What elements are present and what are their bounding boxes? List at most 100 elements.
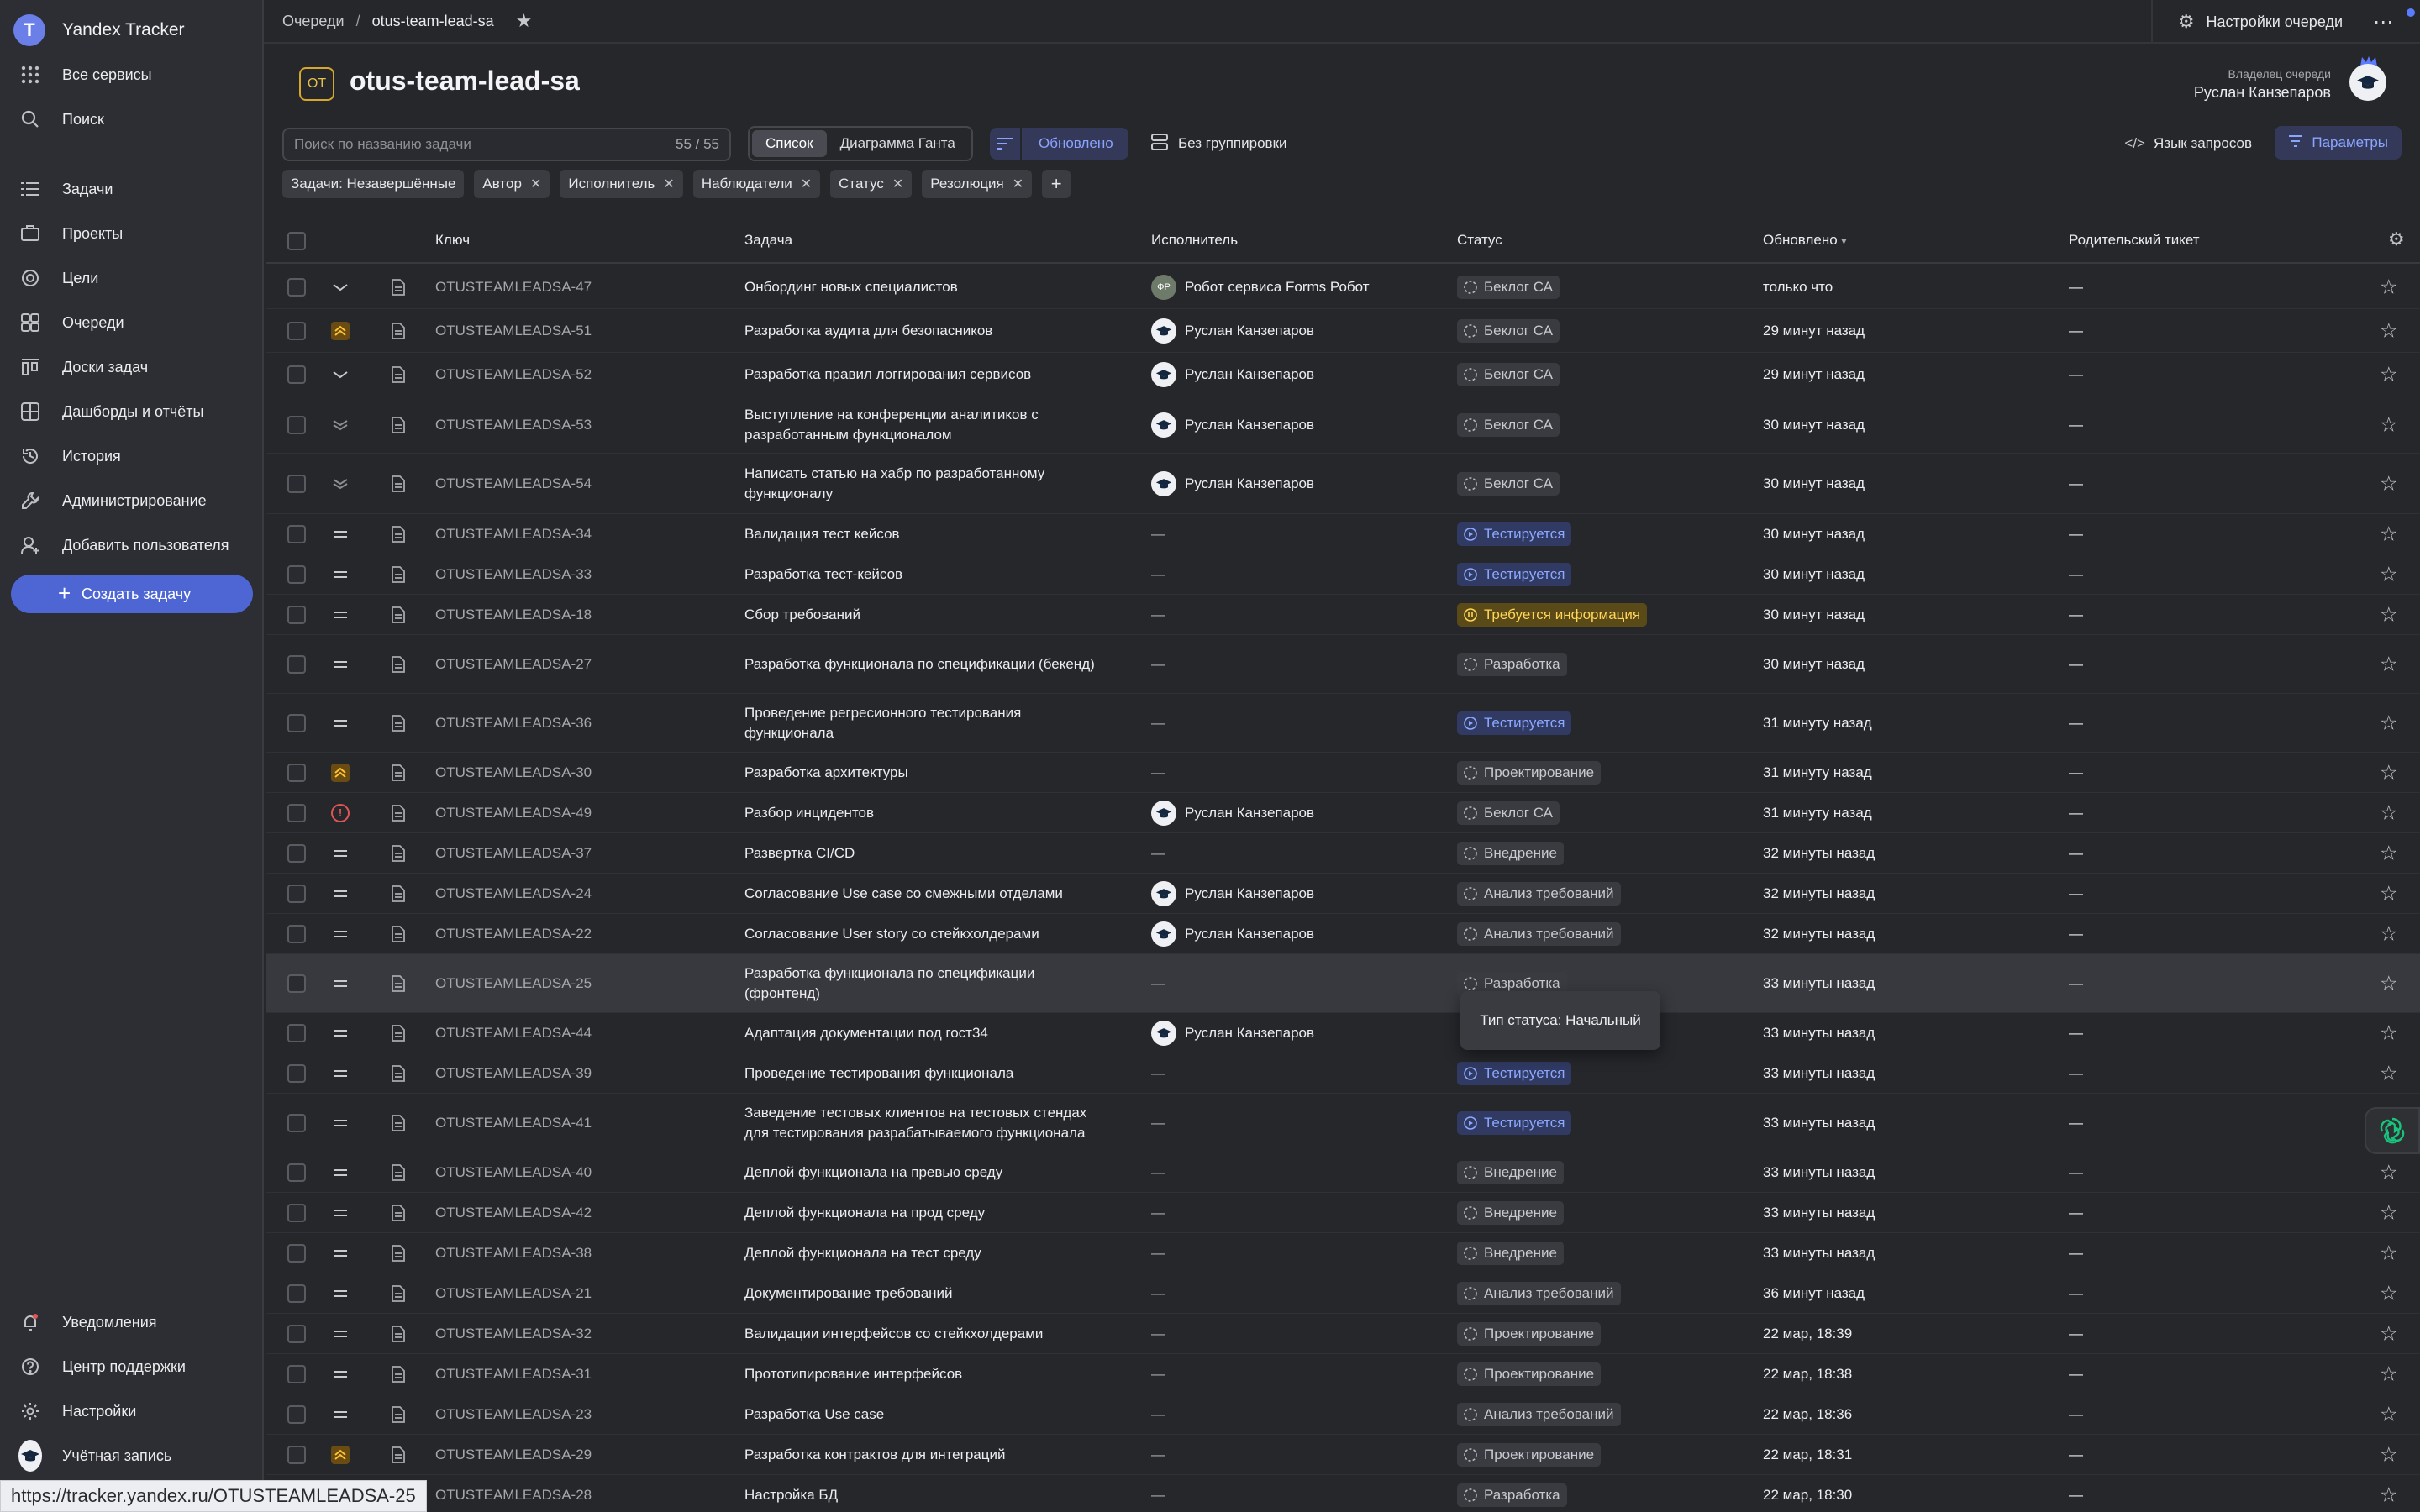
favorite-star-icon[interactable]: ☆ — [2380, 362, 2398, 386]
row-checkbox[interactable] — [287, 1404, 306, 1424]
priority-lowest-icon[interactable] — [329, 414, 351, 436]
table-row[interactable]: OTUSTEAMLEADSA-34 Валидация тест кейсов — Т… — [266, 514, 2420, 554]
row-checkbox[interactable] — [287, 803, 306, 822]
task-key[interactable]: OTUSTEAMLEADSA-51 — [435, 323, 592, 339]
assignee[interactable]: — — [1151, 1164, 1165, 1181]
sort-button[interactable]: Обновлено — [990, 128, 1128, 160]
row-checkbox[interactable] — [287, 1284, 306, 1303]
table-row[interactable]: OTUSTEAMLEADSA-22 Согласование User story… — [266, 914, 2420, 954]
table-row[interactable]: OTUSTEAMLEADSA-54 Написать статью на хабр… — [266, 454, 2420, 514]
task-key[interactable]: OTUSTEAMLEADSA-24 — [435, 885, 592, 902]
assignee[interactable]: — — [1151, 975, 1165, 992]
favorite-star-icon[interactable]: ☆ — [2380, 318, 2398, 343]
task-key[interactable]: OTUSTEAMLEADSA-27 — [435, 656, 592, 673]
row-checkbox[interactable] — [287, 1023, 306, 1042]
task-title[interactable]: Деплой функционала на превью среду — [744, 1163, 1106, 1183]
task-key[interactable]: OTUSTEAMLEADSA-29 — [435, 1446, 592, 1463]
task-key[interactable]: OTUSTEAMLEADSA-33 — [435, 566, 592, 583]
priority-normal-icon[interactable] — [329, 1363, 351, 1385]
assignee[interactable]: — — [1151, 1065, 1165, 1082]
column-assignee[interactable]: Исполнитель — [1151, 232, 1238, 249]
priority-normal-icon[interactable] — [329, 923, 351, 945]
sidebar-item-notifications[interactable]: Уведомления — [0, 1301, 264, 1343]
task-key[interactable]: OTUSTEAMLEADSA-47 — [435, 279, 592, 296]
sidebar-item-queues[interactable]: Очереди — [0, 302, 264, 344]
table-row[interactable]: OTUSTEAMLEADSA-37 Развертка CI/CD — Внедрен… — [266, 833, 2420, 874]
task-title[interactable]: Разработка аудита для безопасников — [744, 321, 1106, 341]
search-box[interactable]: 55 / 55 — [282, 128, 731, 161]
task-title[interactable]: Проведение регресионного тестирования фу… — [744, 703, 1106, 743]
task-key[interactable]: OTUSTEAMLEADSA-54 — [435, 475, 592, 492]
tab-list[interactable]: Список — [752, 130, 827, 157]
assignee[interactable]: Руслан Канзепаров — [1151, 412, 1314, 438]
task-key[interactable]: OTUSTEAMLEADSA-34 — [435, 526, 592, 543]
priority-high-icon[interactable] — [329, 320, 351, 342]
task-title[interactable]: Онбординг новых специалистов — [744, 277, 1106, 297]
priority-critical-icon[interactable]: ! — [329, 802, 351, 824]
table-row[interactable]: OTUSTEAMLEADSA-30 Разработка архитектуры —… — [266, 753, 2420, 793]
more-menu-icon[interactable]: ⋯ — [2373, 10, 2395, 34]
filter-chip[interactable]: Автор ✕ — [474, 170, 550, 198]
priority-normal-icon[interactable] — [329, 1162, 351, 1184]
table-row[interactable]: OTUSTEAMLEADSA-31 Прототипирование интерф… — [266, 1354, 2420, 1394]
tab-gantt[interactable]: Диаграмма Ганта — [827, 130, 969, 157]
table-row[interactable]: OTUSTEAMLEADSA-21 Документирование требов… — [266, 1273, 2420, 1314]
table-row[interactable]: OTUSTEAMLEADSA-29 Разработка контрактов д… — [266, 1435, 2420, 1475]
assignee[interactable]: Руслан Канзепаров — [1151, 921, 1314, 947]
assignee[interactable]: Руслан Канзепаров — [1151, 880, 1314, 906]
priority-high-icon[interactable] — [329, 762, 351, 784]
favorite-star-icon[interactable]: ☆ — [2380, 1281, 2398, 1305]
favorite-star-icon[interactable]: ☆ — [2380, 881, 2398, 906]
status-badge[interactable]: Внедрение — [1457, 1200, 1564, 1225]
assignee[interactable]: ФР Робот сервиса Forms Робот — [1151, 274, 1370, 300]
status-badge[interactable]: Тестируется — [1457, 711, 1572, 735]
status-badge[interactable]: Беклог СА — [1457, 801, 1560, 825]
table-row[interactable]: OTUSTEAMLEADSA-51 Разработка аудита для б… — [266, 309, 2420, 353]
owner-avatar[interactable] — [2349, 64, 2386, 101]
filter-chip[interactable]: Статус ✕ — [830, 170, 913, 198]
favorite-star-icon[interactable]: ☆ — [2380, 522, 2398, 546]
row-checkbox[interactable] — [287, 974, 306, 993]
row-checkbox[interactable] — [287, 524, 306, 543]
row-checkbox[interactable] — [287, 843, 306, 863]
status-badge[interactable]: Разработка — [1457, 652, 1567, 676]
priority-normal-icon[interactable] — [329, 564, 351, 585]
queue-settings-button[interactable]: ⚙ Настройки очереди — [2150, 0, 2343, 44]
task-key[interactable]: OTUSTEAMLEADSA-37 — [435, 845, 592, 862]
table-row[interactable]: OTUSTEAMLEADSA-44 Адаптация документации … — [266, 1013, 2420, 1053]
status-badge[interactable]: Внедрение — [1457, 841, 1564, 865]
assignee[interactable]: — — [1151, 1245, 1165, 1262]
column-parent[interactable]: Родительский тикет — [2069, 232, 2200, 249]
favorite-star-icon[interactable]: ☆ — [2380, 921, 2398, 946]
owner-name[interactable]: Руслан Канзепаров — [2194, 84, 2331, 102]
status-badge[interactable]: Тестируется — [1457, 1110, 1572, 1135]
table-row[interactable]: OTUSTEAMLEADSA-42 Деплой функционала на п… — [266, 1193, 2420, 1233]
row-checkbox[interactable] — [287, 884, 306, 903]
add-filter-button[interactable]: + — [1042, 170, 1071, 198]
assignee[interactable]: — — [1151, 715, 1165, 732]
column-status[interactable]: Статус — [1457, 232, 1502, 249]
table-row[interactable]: OTUSTEAMLEADSA-18 Сбор требований — Требует… — [266, 595, 2420, 635]
favorite-star-icon[interactable]: ☆ — [2380, 471, 2398, 496]
status-badge[interactable]: Внедрение — [1457, 1241, 1564, 1265]
priority-normal-icon[interactable] — [329, 712, 351, 734]
close-icon[interactable]: ✕ — [663, 176, 674, 192]
row-checkbox[interactable] — [287, 713, 306, 732]
task-key[interactable]: OTUSTEAMLEADSA-31 — [435, 1366, 592, 1383]
table-row[interactable]: OTUSTEAMLEADSA-27 Разработка функционала … — [266, 635, 2420, 694]
assignee[interactable]: Руслан Канзепаров — [1151, 800, 1314, 826]
sidebar-item-goals[interactable]: Цели — [0, 257, 264, 299]
favorite-star-icon[interactable]: ☆ — [2380, 1483, 2398, 1507]
sidebar-item-projects[interactable]: Проекты — [0, 213, 264, 255]
task-title[interactable]: Проведение тестирования функционала — [744, 1063, 1106, 1084]
filter-chip[interactable]: Задачи: Незавершённые — [282, 170, 465, 198]
priority-normal-icon[interactable] — [329, 1283, 351, 1305]
task-title[interactable]: Разработка Use case — [744, 1404, 1106, 1425]
assistant-float-button[interactable] — [2365, 1107, 2420, 1154]
row-checkbox[interactable] — [287, 564, 306, 584]
task-title[interactable]: Разработка архитектуры — [744, 763, 1106, 783]
favorite-star-icon[interactable]: ☆ — [2380, 760, 2398, 785]
priority-normal-icon[interactable] — [329, 843, 351, 864]
filter-chip[interactable]: Резолюция ✕ — [922, 170, 1033, 198]
task-key[interactable]: OTUSTEAMLEADSA-44 — [435, 1025, 592, 1042]
